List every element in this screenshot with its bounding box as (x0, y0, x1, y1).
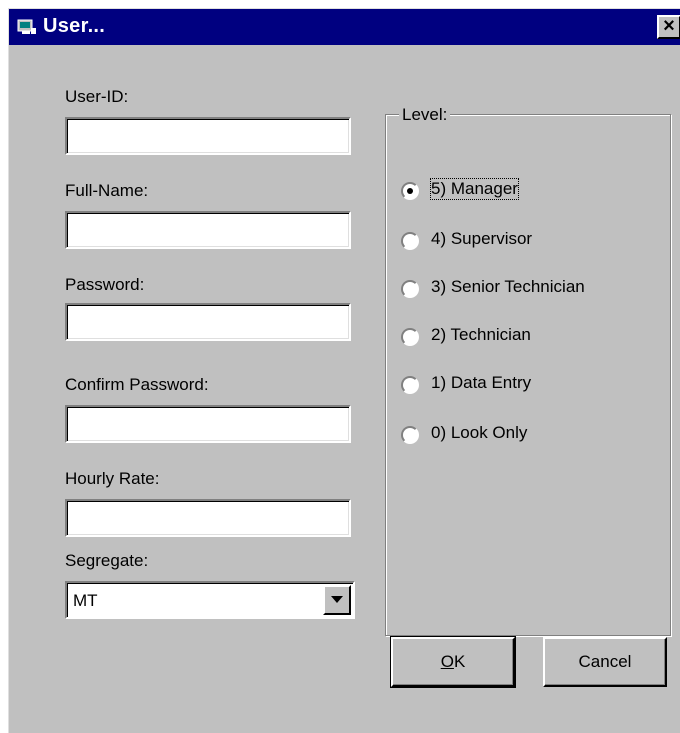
user-dialog: User... × User-ID: Full-Name: Password: … (8, 8, 680, 733)
full-name-label: Full-Name: (65, 181, 149, 200)
close-icon: × (663, 15, 675, 37)
radio-label: 1) Data Entry (431, 373, 532, 392)
ok-label-rest: K (453, 652, 466, 671)
close-button[interactable]: × (657, 15, 680, 39)
title-bar[interactable]: User... × (9, 9, 680, 45)
app-icon (17, 19, 36, 34)
hourly-rate-field[interactable] (65, 499, 351, 537)
confirm-password-input[interactable] (67, 407, 349, 441)
hourly-rate-input[interactable] (67, 501, 349, 535)
user-id-label: User-ID: (65, 87, 129, 106)
radio-selected-dot (407, 188, 413, 194)
user-id-field[interactable] (65, 117, 351, 155)
window-title: User... (43, 15, 106, 37)
hourly-rate-label: Hourly Rate: (65, 469, 160, 488)
cancel-label: Cancel (578, 652, 632, 671)
full-name-input[interactable] (67, 213, 349, 247)
segregate-label: Segregate: (65, 551, 149, 570)
radio-label: 2) Technician (431, 325, 531, 344)
radio-label: 0) Look Only (431, 423, 528, 442)
radio-button[interactable] (401, 328, 419, 346)
radio-label: 5) Manager (430, 178, 519, 200)
segregate-value: MT (73, 591, 98, 610)
full-name-field[interactable] (65, 211, 351, 249)
password-input[interactable] (67, 305, 349, 339)
confirm-password-field[interactable] (65, 405, 351, 443)
password-label: Password: (65, 275, 145, 294)
radio-button[interactable] (401, 376, 419, 394)
confirm-password-label: Confirm Password: (65, 375, 209, 394)
ok-mnemonic: O (440, 652, 454, 671)
level-legend: Level: (399, 105, 451, 125)
password-field[interactable] (65, 303, 351, 341)
radio-label: 4) Supervisor (431, 229, 533, 248)
radio-button[interactable] (401, 232, 419, 250)
radio-button[interactable] (401, 426, 419, 444)
radio-label: 3) Senior Technician (431, 277, 585, 296)
segregate-dropdown-button[interactable] (323, 585, 351, 615)
cancel-button[interactable]: Cancel (543, 637, 667, 687)
user-id-input[interactable] (67, 119, 349, 153)
radio-button[interactable] (401, 280, 419, 298)
segregate-combobox[interactable]: MT (65, 581, 355, 619)
chevron-down-icon (331, 596, 343, 603)
ok-button[interactable]: OK (390, 636, 516, 688)
radio-button[interactable] (401, 182, 419, 200)
